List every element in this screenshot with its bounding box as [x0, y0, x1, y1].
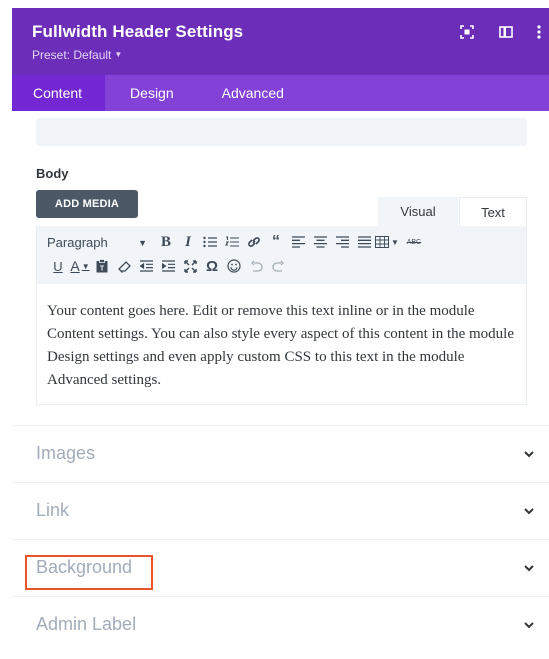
- italic-icon[interactable]: I: [177, 231, 199, 253]
- tab-text[interactable]: Text: [459, 197, 527, 226]
- bold-icon[interactable]: B: [155, 231, 177, 253]
- rich-text-editor: Paragraph ▼ B I “ ▼ ABC U A ▼ T Ω Your c…: [36, 226, 527, 405]
- special-character-icon[interactable]: Ω: [201, 255, 223, 277]
- format-select-value: Paragraph: [47, 234, 108, 250]
- accordion-images[interactable]: Images: [12, 425, 549, 482]
- numbered-list-icon[interactable]: [221, 231, 243, 253]
- chevron-down-icon: [524, 508, 534, 515]
- paste-text-icon[interactable]: T: [91, 255, 113, 277]
- indent-icon[interactable]: [157, 255, 179, 277]
- editor-toolbar: Paragraph ▼ B I “ ▼ ABC U A ▼ T Ω: [37, 226, 526, 284]
- svg-text:T: T: [100, 266, 105, 273]
- chevron-down-icon: [524, 451, 534, 458]
- align-justify-icon[interactable]: [353, 231, 375, 253]
- caret-down-icon: ▼: [81, 261, 90, 271]
- toolbar-row-1: Paragraph ▼ B I “ ▼ ABC: [47, 230, 518, 254]
- chevron-down-icon: [524, 565, 534, 572]
- accordion-label: Images: [36, 443, 96, 463]
- align-right-icon[interactable]: [331, 231, 353, 253]
- chevron-down-icon: [524, 622, 534, 629]
- toolbar-row-2: U A ▼ T Ω: [47, 254, 518, 278]
- table-icon[interactable]: ▼: [375, 231, 399, 253]
- undo-icon[interactable]: [245, 255, 267, 277]
- background-highlight-box: [25, 555, 153, 590]
- title-input[interactable]: [36, 118, 527, 146]
- settings-body: Body ADD MEDIA Visual Text Paragraph ▼ B…: [12, 0, 549, 659]
- format-select[interactable]: Paragraph ▼: [47, 235, 155, 250]
- body-label: Body: [36, 166, 69, 181]
- tab-visual[interactable]: Visual: [378, 197, 458, 226]
- strikethrough-icon[interactable]: ABC: [403, 231, 425, 253]
- accordion-label: Admin Label: [36, 614, 137, 634]
- align-center-icon[interactable]: [309, 231, 331, 253]
- underline-icon[interactable]: U: [47, 255, 69, 277]
- caret-down-icon: ▼: [138, 237, 147, 248]
- page-background: [0, 0, 12, 659]
- outdent-icon[interactable]: [135, 255, 157, 277]
- clear-formatting-icon[interactable]: [113, 255, 135, 277]
- editor-mode-tabs: Visual Text: [378, 197, 527, 226]
- align-left-icon[interactable]: [287, 231, 309, 253]
- text-color-icon[interactable]: A ▼: [69, 255, 91, 277]
- redo-icon[interactable]: [267, 255, 289, 277]
- accordion-admin-label[interactable]: Admin Label: [12, 596, 549, 653]
- caret-down-icon: ▼: [391, 237, 399, 247]
- accordion-link[interactable]: Link: [12, 482, 549, 539]
- link-icon[interactable]: [243, 231, 265, 253]
- emoji-icon[interactable]: [223, 255, 245, 277]
- bullet-list-icon[interactable]: [199, 231, 221, 253]
- add-media-button[interactable]: ADD MEDIA: [36, 190, 138, 218]
- blockquote-icon[interactable]: “: [265, 231, 287, 253]
- accordion-label: Link: [36, 500, 70, 520]
- editor-content[interactable]: Your content goes here. Edit or remove t…: [37, 284, 526, 392]
- fullscreen-icon[interactable]: [179, 255, 201, 277]
